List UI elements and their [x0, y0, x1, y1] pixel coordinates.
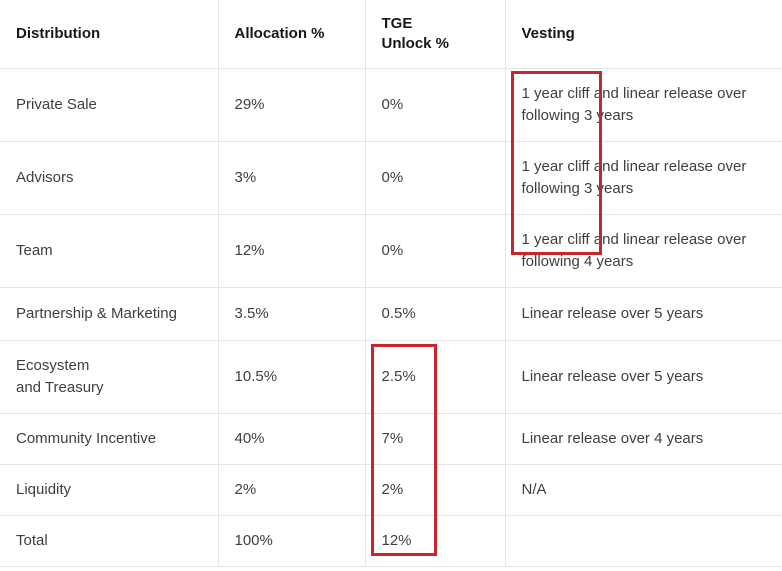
cell-distribution: Private Sale — [0, 68, 219, 142]
cell-vesting: 1 year cliff and linear release over fol… — [505, 68, 782, 142]
cell-tge-unlock: 0% — [365, 141, 506, 215]
table-row: Team 12% 0% 1 year cliff and linear rele… — [0, 214, 782, 288]
cell-tge-unlock-text: 0.5% — [381, 304, 416, 322]
cell-tge-unlock: 7% — [365, 413, 506, 465]
cell-allocation-text: 40% — [234, 429, 265, 447]
table-header: Distribution Allocation % TGE Unlock % V… — [0, 0, 782, 69]
cell-distribution: Community Incentive — [0, 413, 219, 465]
cell-vesting: Linear release over 5 years — [505, 340, 782, 414]
cell-vesting-text: N/A — [521, 480, 547, 498]
cell-vesting-text: 1 year cliff and linear release over fol… — [521, 84, 747, 125]
cell-allocation: 100% — [218, 515, 366, 567]
tokenomics-table-page: Distribution Allocation % TGE Unlock % V… — [0, 0, 782, 571]
cell-distribution-text: Community Incentive — [16, 429, 157, 447]
cell-allocation-text: 3% — [234, 168, 257, 186]
cell-tge-unlock: 12% — [365, 515, 506, 567]
cell-tge-unlock: 2.5% — [365, 340, 506, 414]
cell-distribution-text: Liquidity — [16, 480, 72, 498]
table-row: Partnership & Marketing 3.5% 0.5% Linear… — [0, 287, 782, 341]
cell-tge-unlock-text: 0% — [381, 168, 404, 186]
cell-allocation: 3.5% — [218, 287, 366, 341]
cell-distribution-text: Ecosystem and Treasury — [16, 356, 104, 397]
cell-allocation: 2% — [218, 464, 366, 516]
cell-vesting-text: 1 year cliff and linear release over fol… — [521, 230, 747, 271]
table-row: Liquidity 2% 2% N/A — [0, 464, 782, 516]
cell-vesting-text: 1 year cliff and linear release over fol… — [521, 157, 747, 198]
column-header-vesting: Vesting — [505, 0, 782, 69]
cell-tge-unlock: 2% — [365, 464, 506, 516]
cell-allocation-text: 100% — [234, 531, 273, 549]
table-row-total: Total 100% 12% — [0, 515, 782, 567]
cell-distribution: Partnership & Marketing — [0, 287, 219, 341]
cell-allocation: 12% — [218, 214, 366, 288]
cell-distribution: Liquidity — [0, 464, 219, 516]
table-header-row: Distribution Allocation % TGE Unlock % V… — [0, 0, 782, 69]
cell-allocation: 40% — [218, 413, 366, 465]
cell-allocation-text: 10.5% — [234, 367, 278, 385]
cell-distribution: Ecosystem and Treasury — [0, 340, 219, 414]
table-row: Community Incentive 40% 7% Linear releas… — [0, 413, 782, 465]
cell-tge-unlock: 0.5% — [365, 287, 506, 341]
cell-vesting — [505, 515, 782, 567]
cell-tge-unlock-text: 2% — [381, 480, 404, 498]
table-row: Advisors 3% 0% 1 year cliff and linear r… — [0, 141, 782, 215]
cell-tge-unlock-text: 2.5% — [381, 367, 416, 385]
column-header-tge-unlock: TGE Unlock % — [365, 0, 506, 69]
column-header-distribution-label: Distribution — [16, 24, 101, 42]
cell-vesting: N/A — [505, 464, 782, 516]
cell-tge-unlock-text: 0% — [381, 95, 404, 113]
column-header-tge-unlock-label: TGE Unlock % — [381, 14, 450, 52]
cell-distribution: Total — [0, 515, 219, 567]
cell-tge-unlock: 0% — [365, 214, 506, 288]
column-header-distribution: Distribution — [0, 0, 219, 69]
column-header-allocation-label: Allocation % — [234, 24, 325, 42]
cell-distribution-text: Private Sale — [16, 95, 97, 113]
cell-allocation-text: 29% — [234, 95, 265, 113]
cell-distribution-text: Total — [16, 531, 48, 549]
cell-allocation-text: 2% — [234, 480, 257, 498]
cell-tge-unlock-text: 12% — [381, 531, 412, 549]
table-body: Private Sale 29% 0% 1 year cliff and lin… — [0, 68, 782, 567]
table-row: Ecosystem and Treasury 10.5% 2.5% Linear… — [0, 340, 782, 414]
column-header-allocation: Allocation % — [218, 0, 366, 69]
cell-vesting: 1 year cliff and linear release over fol… — [505, 214, 782, 288]
cell-distribution: Team — [0, 214, 219, 288]
table-row: Private Sale 29% 0% 1 year cliff and lin… — [0, 68, 782, 142]
cell-vesting-text: Linear release over 5 years — [521, 367, 704, 385]
cell-tge-unlock-text: 7% — [381, 429, 404, 447]
cell-distribution: Advisors — [0, 141, 219, 215]
cell-allocation-text: 12% — [234, 241, 265, 259]
cell-vesting: Linear release over 5 years — [505, 287, 782, 341]
cell-vesting-text: Linear release over 5 years — [521, 304, 704, 322]
cell-distribution-text: Advisors — [16, 168, 74, 186]
column-header-vesting-label: Vesting — [521, 24, 575, 42]
cell-distribution-text: Team — [16, 241, 53, 259]
cell-tge-unlock-text: 0% — [381, 241, 404, 259]
cell-distribution-text: Partnership & Marketing — [16, 304, 177, 322]
cell-tge-unlock: 0% — [365, 68, 506, 142]
cell-vesting: 1 year cliff and linear release over fol… — [505, 141, 782, 215]
token-distribution-table: Distribution Allocation % TGE Unlock % V… — [0, 0, 782, 567]
cell-vesting: Linear release over 4 years — [505, 413, 782, 465]
cell-allocation: 3% — [218, 141, 366, 215]
cell-allocation: 29% — [218, 68, 366, 142]
cell-allocation: 10.5% — [218, 340, 366, 414]
cell-allocation-text: 3.5% — [234, 304, 269, 322]
cell-vesting-text: Linear release over 4 years — [521, 429, 704, 447]
